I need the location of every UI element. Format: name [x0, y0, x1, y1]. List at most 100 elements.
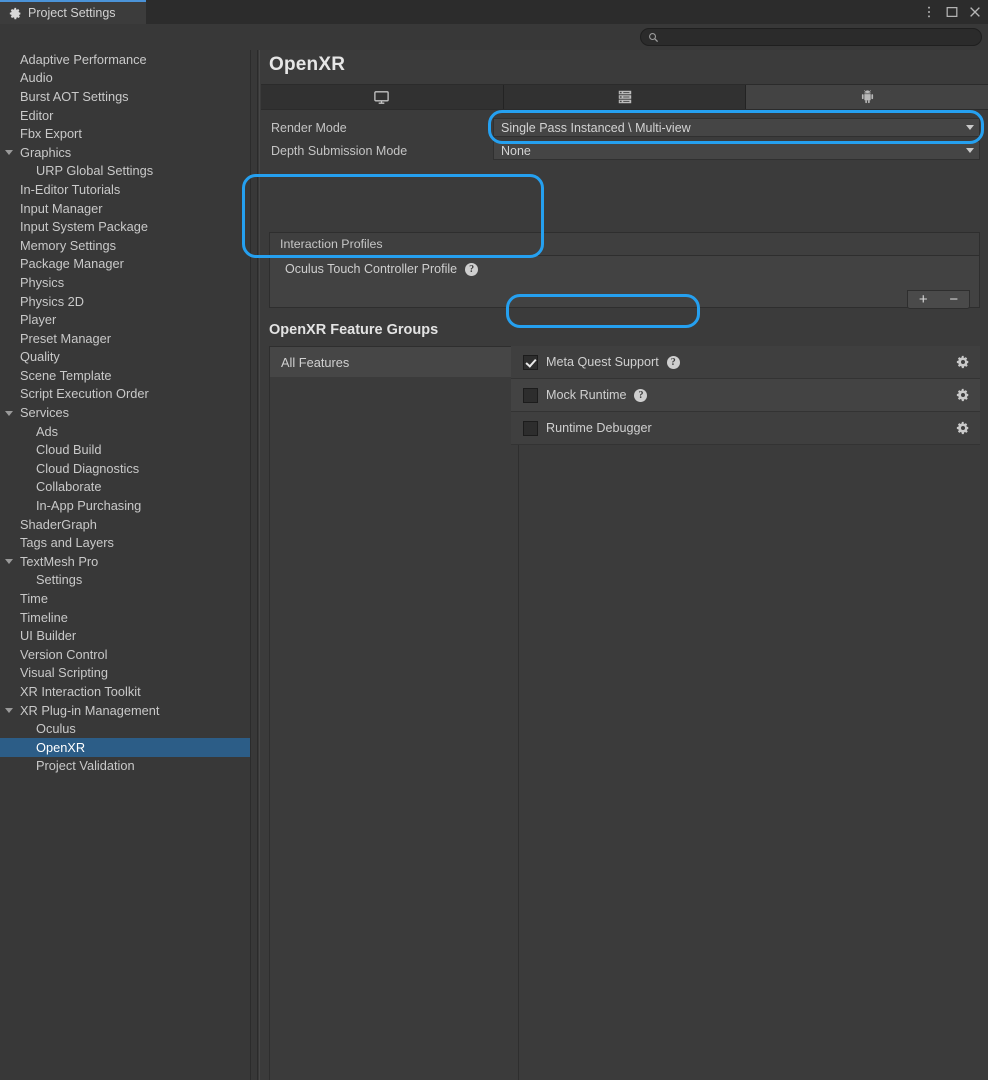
sidebar-item-ui-builder[interactable]: UI Builder [0, 626, 250, 645]
tab-android[interactable] [746, 85, 988, 109]
gear-icon[interactable] [956, 388, 970, 402]
sidebar-item-collaborate[interactable]: Collaborate [0, 478, 250, 497]
sidebar-item-in-editor-tutorials[interactable]: In-Editor Tutorials [0, 180, 250, 199]
sidebar-item-label: Collaborate [36, 479, 101, 494]
remove-profile-button[interactable]: − [945, 292, 962, 308]
android-robot-icon [860, 89, 875, 105]
more-options-icon[interactable] [922, 5, 936, 19]
sidebar-item-label: Time [20, 591, 48, 606]
tab-standalone[interactable] [261, 85, 504, 109]
feature-row[interactable]: Runtime Debugger [511, 412, 980, 445]
search-input[interactable] [664, 29, 964, 45]
sidebar-item-tags-and-layers[interactable]: Tags and Layers [0, 533, 250, 552]
property-row-render-mode: Render Mode Single Pass Instanced \ Mult… [260, 116, 988, 139]
sidebar-item-services[interactable]: Services [0, 403, 250, 422]
sidebar-item-physics-2d[interactable]: Physics 2D [0, 292, 250, 311]
search-box[interactable] [640, 28, 982, 46]
sidebar-item-textmesh-pro[interactable]: TextMesh Pro [0, 552, 250, 571]
feature-list[interactable]: Meta Quest Support?Mock Runtime? Runtime … [511, 346, 980, 445]
feature-checkbox[interactable] [523, 421, 538, 436]
chevron-down-icon[interactable] [5, 559, 13, 567]
sidebar-item-label: Services [20, 405, 69, 420]
sidebar-item-package-manager[interactable]: Package Manager [0, 255, 250, 274]
close-icon[interactable] [968, 5, 982, 19]
sidebar-item-visual-scripting[interactable]: Visual Scripting [0, 664, 250, 683]
feature-row[interactable]: Meta Quest Support? [511, 346, 980, 379]
add-profile-button[interactable]: + [915, 292, 932, 308]
sidebar-item-label: TextMesh Pro [20, 554, 98, 569]
sidebar-item-input-system-package[interactable]: Input System Package [0, 217, 250, 236]
sidebar-item-player[interactable]: Player [0, 310, 250, 329]
sidebar-item-ads[interactable]: Ads [0, 422, 250, 441]
sidebar-item-oculus[interactable]: Oculus [0, 719, 250, 738]
interaction-profiles-list[interactable]: Oculus Touch Controller Profile ? [270, 256, 979, 307]
maximize-icon[interactable] [945, 5, 959, 19]
help-icon[interactable]: ? [667, 356, 680, 369]
sidebar-item-cloud-build[interactable]: Cloud Build [0, 440, 250, 459]
depth-submission-mode-value: None [501, 144, 531, 158]
sidebar-item-adaptive-performance[interactable]: Adaptive Performance [0, 50, 250, 69]
sidebar-item-xr-plug-in-management[interactable]: XR Plug-in Management [0, 701, 250, 720]
sidebar-item-urp-global-settings[interactable]: URP Global Settings [0, 162, 250, 181]
sidebar-item-label: XR Plug-in Management [20, 703, 159, 718]
sidebar-item-burst-aot-settings[interactable]: Burst AOT Settings [0, 87, 250, 106]
sidebar-item-graphics[interactable]: Graphics [0, 143, 250, 162]
feature-label: Runtime Debugger [546, 421, 652, 435]
sidebar-item-script-execution-order[interactable]: Script Execution Order [0, 385, 250, 404]
add-remove-button-group[interactable]: + − [907, 290, 970, 309]
depth-submission-mode-dropdown[interactable]: None [493, 141, 980, 160]
panel-splitter[interactable] [250, 50, 258, 1080]
sidebar-item-label: Fbx Export [20, 126, 82, 141]
sidebar-item-fbx-export[interactable]: Fbx Export [0, 124, 250, 143]
gear-icon[interactable] [956, 355, 970, 369]
list-item[interactable]: Oculus Touch Controller Profile ? [270, 256, 979, 282]
tab-project-settings[interactable]: Project Settings [0, 0, 146, 24]
help-icon[interactable]: ? [634, 389, 647, 402]
sidebar-item-openxr[interactable]: OpenXR [0, 738, 250, 757]
tab-dedicated-server[interactable] [504, 85, 747, 109]
sidebar-item-label: Player [20, 312, 56, 327]
sidebar-item-memory-settings[interactable]: Memory Settings [0, 236, 250, 255]
feature-row[interactable]: Mock Runtime? [511, 379, 980, 412]
sidebar-item-input-manager[interactable]: Input Manager [0, 199, 250, 218]
help-icon[interactable]: ? [465, 263, 478, 276]
sidebar-item-timeline[interactable]: Timeline [0, 608, 250, 627]
sidebar-item-scene-template[interactable]: Scene Template [0, 366, 250, 385]
search-bar-row [0, 24, 988, 50]
sidebar-item-time[interactable]: Time [0, 589, 250, 608]
render-mode-dropdown[interactable]: Single Pass Instanced \ Multi-view [493, 118, 980, 137]
chevron-down-icon[interactable] [5, 150, 13, 158]
sidebar-item-cloud-diagnostics[interactable]: Cloud Diagnostics [0, 459, 250, 478]
sidebar-item-settings[interactable]: Settings [0, 571, 250, 590]
property-row-depth-submission-mode: Depth Submission Mode None [260, 139, 988, 162]
sidebar-item-in-app-purchasing[interactable]: In-App Purchasing [0, 496, 250, 515]
sidebar-item-audio[interactable]: Audio [0, 69, 250, 88]
main-settings-panel: OpenXR [259, 50, 988, 1080]
feature-checkbox[interactable] [523, 388, 538, 403]
sidebar-item-editor[interactable]: Editor [0, 106, 250, 125]
sidebar-item-label: Quality [20, 349, 60, 364]
sidebar-item-label: Version Control [20, 647, 108, 662]
platform-tab-bar[interactable] [261, 84, 988, 110]
gear-icon [9, 7, 22, 20]
gear-icon[interactable] [956, 421, 970, 435]
chevron-down-icon[interactable] [5, 411, 13, 419]
chevron-down-icon[interactable] [5, 708, 13, 716]
sidebar-item-project-validation[interactable]: Project Validation [0, 757, 250, 776]
feature-checkbox[interactable] [523, 355, 538, 370]
sidebar-item-label: URP Global Settings [36, 163, 153, 178]
sidebar-item-quality[interactable]: Quality [0, 348, 250, 367]
sidebar-item-version-control[interactable]: Version Control [0, 645, 250, 664]
sidebar-item-label: In-App Purchasing [36, 498, 141, 513]
sidebar-item-label: In-Editor Tutorials [20, 182, 120, 197]
sidebar-item-physics[interactable]: Physics [0, 273, 250, 292]
sidebar-item-xr-interaction-toolkit[interactable]: XR Interaction Toolkit [0, 682, 250, 701]
sidebar-item-label: Physics 2D [20, 294, 84, 309]
feature-group-all-features[interactable]: All Features [270, 347, 518, 377]
settings-sidebar[interactable]: Adaptive PerformanceAudioBurst AOT Setti… [0, 50, 250, 1080]
window-controls [922, 0, 982, 24]
sidebar-item-shadergraph[interactable]: ShaderGraph [0, 515, 250, 534]
feature-groups-list[interactable]: All Features [269, 346, 519, 1080]
sidebar-item-preset-manager[interactable]: Preset Manager [0, 329, 250, 348]
sidebar-item-label: Package Manager [20, 256, 124, 271]
